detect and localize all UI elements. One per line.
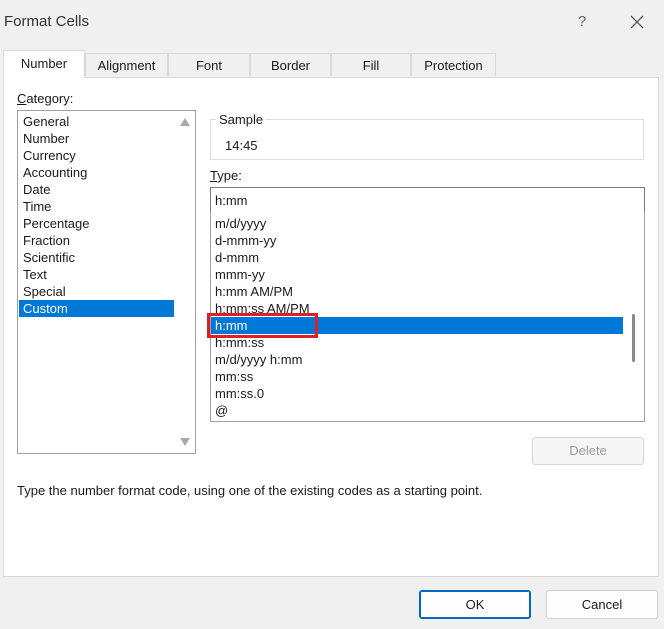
format-item[interactable]: mm:ss (211, 368, 624, 385)
tab-number[interactable]: Number (3, 50, 85, 78)
category-item-special[interactable]: Special (19, 283, 174, 300)
format-item[interactable]: d-mmm (211, 249, 624, 266)
type-label: Type: (210, 168, 242, 183)
tab-border[interactable]: Border (250, 53, 331, 76)
sample-value: 14:45 (225, 138, 258, 153)
tab-font[interactable]: Font (168, 53, 250, 76)
format-item-selected[interactable]: h:mm (211, 317, 624, 334)
category-item-number[interactable]: Number (19, 130, 174, 147)
help-button[interactable]: ? (572, 12, 592, 32)
category-item-accounting[interactable]: Accounting (19, 164, 174, 181)
category-item-fraction[interactable]: Fraction (19, 232, 174, 249)
format-item[interactable]: h:mm AM/PM (211, 283, 624, 300)
format-item[interactable]: d-mmm-yy (211, 232, 624, 249)
category-item-date[interactable]: Date (19, 181, 174, 198)
scroll-up-arrow-icon[interactable] (180, 118, 190, 126)
category-item-currency[interactable]: Currency (19, 147, 174, 164)
tab-fill[interactable]: Fill (331, 53, 411, 76)
format-item[interactable]: mmm-yy (211, 266, 624, 283)
category-item-custom[interactable]: Custom (19, 300, 174, 317)
sample-legend: Sample (216, 112, 267, 127)
category-item-percentage[interactable]: Percentage (19, 215, 174, 232)
scrollbar-thumb[interactable] (632, 314, 635, 362)
delete-button[interactable]: Delete (532, 437, 644, 465)
hint-text: Type the number format code, using one o… (17, 483, 483, 498)
tab-alignment[interactable]: Alignment (85, 53, 168, 76)
title-bar: Format Cells ? (0, 0, 664, 44)
tab-protection[interactable]: Protection (411, 53, 496, 76)
category-item-general[interactable]: General (19, 113, 174, 130)
category-item-text[interactable]: Text (19, 266, 174, 283)
dialog-title: Format Cells (4, 13, 90, 30)
category-label: Category: (17, 91, 74, 106)
cancel-button[interactable]: Cancel (546, 590, 658, 619)
ok-button[interactable]: OK (419, 590, 531, 619)
format-list-scrollbar[interactable] (623, 212, 644, 421)
close-icon[interactable] (626, 11, 648, 33)
format-code-list[interactable]: m/d/yyyy d-mmm-yy d-mmm mmm-yy h:mm AM/P… (210, 212, 645, 422)
format-item[interactable]: h:mm:ss (211, 334, 624, 351)
format-item[interactable]: h:mm:ss AM/PM (211, 300, 624, 317)
category-item-time[interactable]: Time (19, 198, 174, 215)
sample-groupbox (210, 119, 644, 160)
category-item-scientific[interactable]: Scientific (19, 249, 174, 266)
format-item[interactable]: m/d/yyyy h:mm (211, 351, 624, 368)
format-item[interactable]: mm:ss.0 (211, 385, 624, 402)
category-scrollbar[interactable] (175, 111, 195, 453)
format-item[interactable]: m/d/yyyy (211, 215, 624, 232)
type-input[interactable] (210, 187, 645, 213)
category-list[interactable]: General Number Currency Accounting Date … (17, 110, 196, 454)
scroll-down-arrow-icon[interactable] (180, 438, 190, 446)
format-item[interactable]: @ (211, 402, 624, 419)
